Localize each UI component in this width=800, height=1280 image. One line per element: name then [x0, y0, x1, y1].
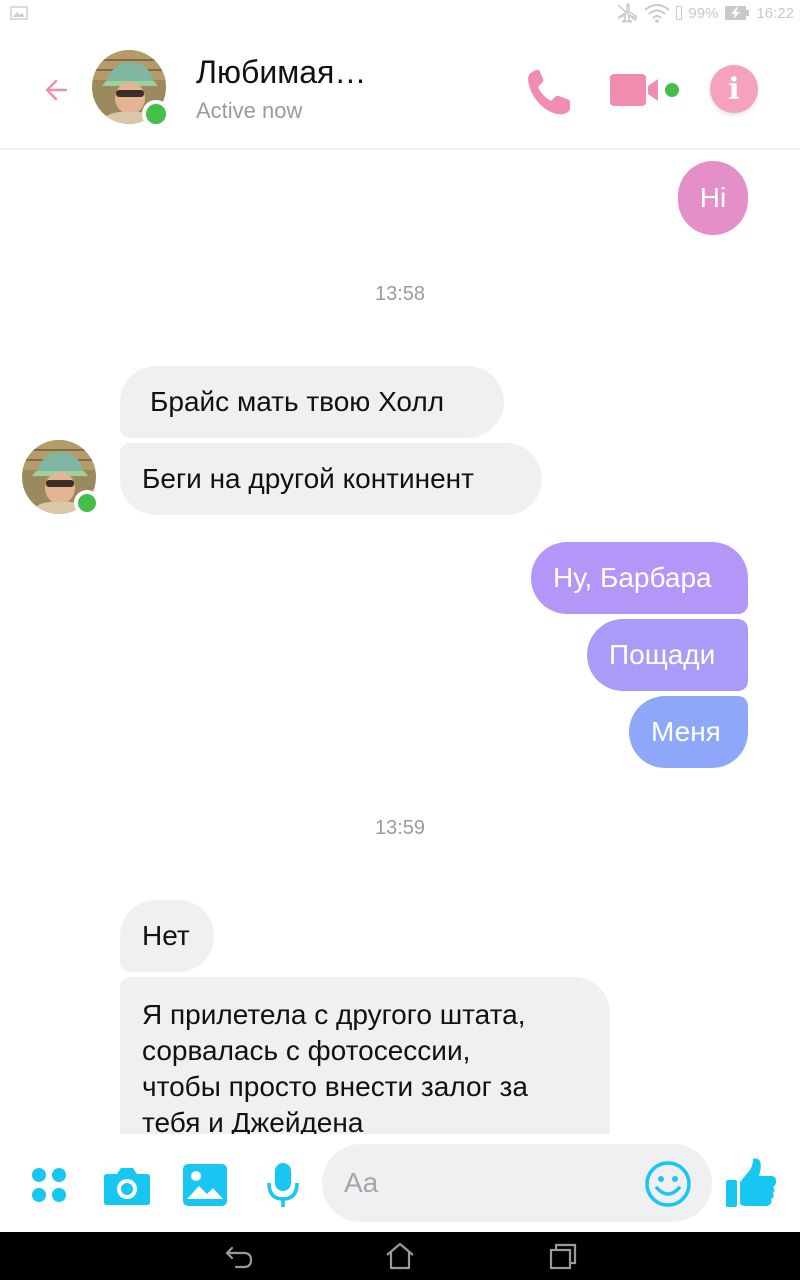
- message-bubble-incoming[interactable]: Беги на другой континент: [120, 443, 542, 515]
- microphone-icon: [267, 1163, 299, 1207]
- message-text-line: чтобы просто внести залог за: [142, 1071, 528, 1102]
- camera-icon: [104, 1168, 150, 1205]
- image-notification-icon: [10, 6, 28, 20]
- online-indicator: [142, 100, 170, 128]
- message-bubble-outgoing[interactable]: Пощади: [587, 619, 748, 691]
- airplane-mode-off-icon: [617, 3, 638, 23]
- message-list[interactable]: Hi 13:58 Брайс мать твою Холл Беги на др…: [0, 152, 800, 1134]
- system-navigation-bar: [0, 1232, 800, 1280]
- composer-bar: [0, 1134, 800, 1232]
- message-bubble-incoming[interactable]: Я прилетела с другого штата, сорвалась с…: [120, 977, 610, 1134]
- voice-message-button[interactable]: [258, 1160, 308, 1210]
- gallery-icon: [183, 1164, 227, 1206]
- message-text: Пощади: [609, 639, 716, 670]
- message-bubble-incoming[interactable]: Брайс мать твою Холл: [120, 366, 504, 438]
- message-bubble-outgoing[interactable]: Ну, Барбара: [531, 542, 748, 614]
- battery-percent: 99%: [688, 4, 719, 22]
- emoji-button[interactable]: [644, 1160, 692, 1208]
- message-text: Нет: [142, 920, 190, 951]
- clock: 16:22: [756, 4, 794, 22]
- like-button[interactable]: [724, 1156, 778, 1210]
- signal-indicator: [676, 6, 683, 20]
- emoji-icon: [645, 1161, 691, 1207]
- back-button[interactable]: [36, 70, 76, 110]
- contact-avatar[interactable]: [92, 50, 170, 128]
- message-text: Меня: [651, 716, 721, 747]
- back-icon[interactable]: [224, 1242, 254, 1270]
- thumbs-up-icon: [726, 1158, 777, 1207]
- battery-charging-icon: [725, 6, 750, 20]
- status-icons: 99% 16:22: [616, 2, 794, 24]
- message-text-line: тебя и Джейдена: [142, 1107, 364, 1134]
- conversation-header: Любимая… Active now i: [0, 28, 800, 150]
- back-arrow-icon: [45, 79, 68, 101]
- recent-apps-icon[interactable]: [548, 1242, 578, 1270]
- info-button[interactable]: i: [710, 65, 758, 113]
- more-actions-button[interactable]: [24, 1160, 74, 1210]
- online-indicator: [74, 490, 100, 516]
- status-bar: 99% 16:22: [0, 0, 800, 28]
- camera-button[interactable]: [102, 1160, 152, 1210]
- timestamp: 13:59: [374, 817, 426, 839]
- message-text: Беги на другой континент: [142, 463, 474, 494]
- wifi-icon: [644, 4, 671, 23]
- timestamp: 13:58: [374, 283, 426, 305]
- contact-status: Active now: [196, 98, 303, 123]
- message-bubble-outgoing[interactable]: Hi: [678, 161, 748, 235]
- message-text-line: Я прилетела с другого штата,: [142, 999, 526, 1030]
- info-icon: i: [728, 71, 740, 107]
- video-camera-icon: [610, 74, 679, 106]
- message-text: Брайс мать твою Холл: [150, 386, 445, 417]
- video-call-button[interactable]: [606, 64, 686, 118]
- gallery-button[interactable]: [180, 1160, 230, 1210]
- message-text: Ну, Барбара: [553, 562, 712, 593]
- audio-call-button[interactable]: [522, 64, 576, 118]
- message-bubble-outgoing[interactable]: Меня: [629, 696, 748, 768]
- apps-grid-icon: [32, 1168, 66, 1202]
- message-text-line: сорвалась с фотосессии,: [142, 1035, 471, 1066]
- message-bubble-incoming[interactable]: Нет: [120, 900, 214, 972]
- phone-icon: [528, 69, 570, 115]
- home-icon[interactable]: [385, 1242, 415, 1270]
- sender-avatar[interactable]: [22, 440, 100, 516]
- message-text: Hi: [699, 182, 727, 213]
- contact-name[interactable]: Любимая…: [196, 54, 366, 91]
